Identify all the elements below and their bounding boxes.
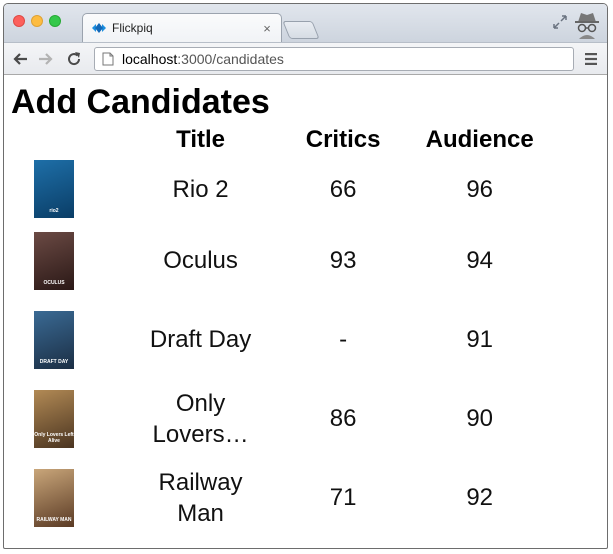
forward-button[interactable] <box>36 49 56 69</box>
address-bar[interactable]: localhost:3000/candidates <box>94 47 574 71</box>
table-body: rio2 Rio 2 66 96 OCULUS Oculus 93 94 DRA… <box>4 157 575 537</box>
movie-poster[interactable]: RAILWAY MAN <box>34 468 74 527</box>
critics-score: 71 <box>329 484 357 511</box>
table-row[interactable]: rio2 Rio 2 66 96 <box>4 157 575 221</box>
close-tab-icon[interactable]: × <box>261 21 273 36</box>
poster-cell: OCULUS <box>4 221 99 300</box>
page-title: Add Candidates <box>11 83 270 121</box>
audience-score: 92 <box>466 484 494 511</box>
audience-score: 91 <box>466 326 494 353</box>
table-header-row: Title Critics Audience <box>4 123 575 157</box>
menu-icon[interactable] <box>584 52 598 66</box>
poster-cell: RAILWAY MAN <box>4 458 99 537</box>
audience-score: 90 <box>466 405 494 432</box>
browser-window: Flickpiq × localhost:3000/candidates Add… <box>3 3 608 549</box>
candidates-table: Title Critics Audience rio2 Rio 2 66 96 … <box>4 123 575 537</box>
url-text: localhost:3000/candidates <box>122 51 284 67</box>
critics-score: 86 <box>329 405 357 432</box>
poster-column-header <box>4 123 99 157</box>
audience-score: 94 <box>466 247 494 274</box>
minimize-window-button[interactable] <box>31 15 43 27</box>
poster-cell: rio2 <box>4 157 99 221</box>
movie-title: Only Lovers… <box>152 389 249 448</box>
reload-button[interactable] <box>64 49 84 69</box>
table-row[interactable]: OCULUS Oculus 93 94 <box>4 221 575 300</box>
tab-flickpiq[interactable]: Flickpiq × <box>82 13 282 42</box>
poster-caption: rio2 <box>49 208 59 214</box>
url-host: localhost <box>122 51 178 67</box>
critics-score: - <box>339 326 348 353</box>
window-controls <box>13 15 61 27</box>
critics-column-header: Critics <box>305 126 381 153</box>
poster-caption: OCULUS <box>43 279 65 286</box>
forward-arrow-icon <box>39 53 53 65</box>
poster-cell: DRAFT DAY <box>4 300 99 379</box>
movie-title: Oculus <box>163 247 238 274</box>
tab-strip: Flickpiq × <box>4 4 607 42</box>
url-path: :3000/candidates <box>177 51 284 67</box>
poster-caption: DRAFT DAY <box>39 358 69 365</box>
movie-poster[interactable]: OCULUS <box>34 231 74 290</box>
table-row[interactable]: Only Lovers Left Alive Only Lovers… 86 9… <box>4 379 575 458</box>
flickpiq-favicon-icon <box>92 23 106 33</box>
audience-score: 96 <box>466 175 494 203</box>
browser-toolbar: localhost:3000/candidates <box>4 42 607 75</box>
new-tab-button[interactable] <box>282 21 320 39</box>
fullscreen-icon[interactable] <box>552 14 568 30</box>
poster-caption: Only Lovers Left Alive <box>34 431 74 444</box>
back-arrow-icon <box>13 53 27 65</box>
movie-title: Draft Day <box>149 326 252 353</box>
zoom-window-button[interactable] <box>49 15 61 27</box>
movie-poster[interactable]: Only Lovers Left Alive <box>34 389 74 448</box>
audience-column-header: Audience <box>425 126 534 153</box>
poster-caption: RAILWAY MAN <box>36 516 72 523</box>
title-column-header: Title <box>176 126 225 153</box>
page-icon <box>102 52 114 66</box>
back-button[interactable] <box>10 49 30 69</box>
movie-title: Rio 2 <box>172 175 229 203</box>
close-window-button[interactable] <box>13 15 25 27</box>
critics-score: 93 <box>329 247 357 274</box>
table-row[interactable]: RAILWAY MAN Railway Man 71 92 <box>4 458 575 537</box>
movie-title: Railway Man <box>158 468 243 527</box>
critics-score: 66 <box>329 175 357 203</box>
movie-poster[interactable]: DRAFT DAY <box>34 310 74 369</box>
tab-title: Flickpiq <box>112 21 153 35</box>
movie-poster[interactable]: rio2 <box>34 160 74 218</box>
reload-icon <box>68 52 81 66</box>
incognito-icon <box>575 13 599 39</box>
poster-cell: Only Lovers Left Alive <box>4 379 99 458</box>
table-row[interactable]: DRAFT DAY Draft Day - 91 <box>4 300 575 379</box>
